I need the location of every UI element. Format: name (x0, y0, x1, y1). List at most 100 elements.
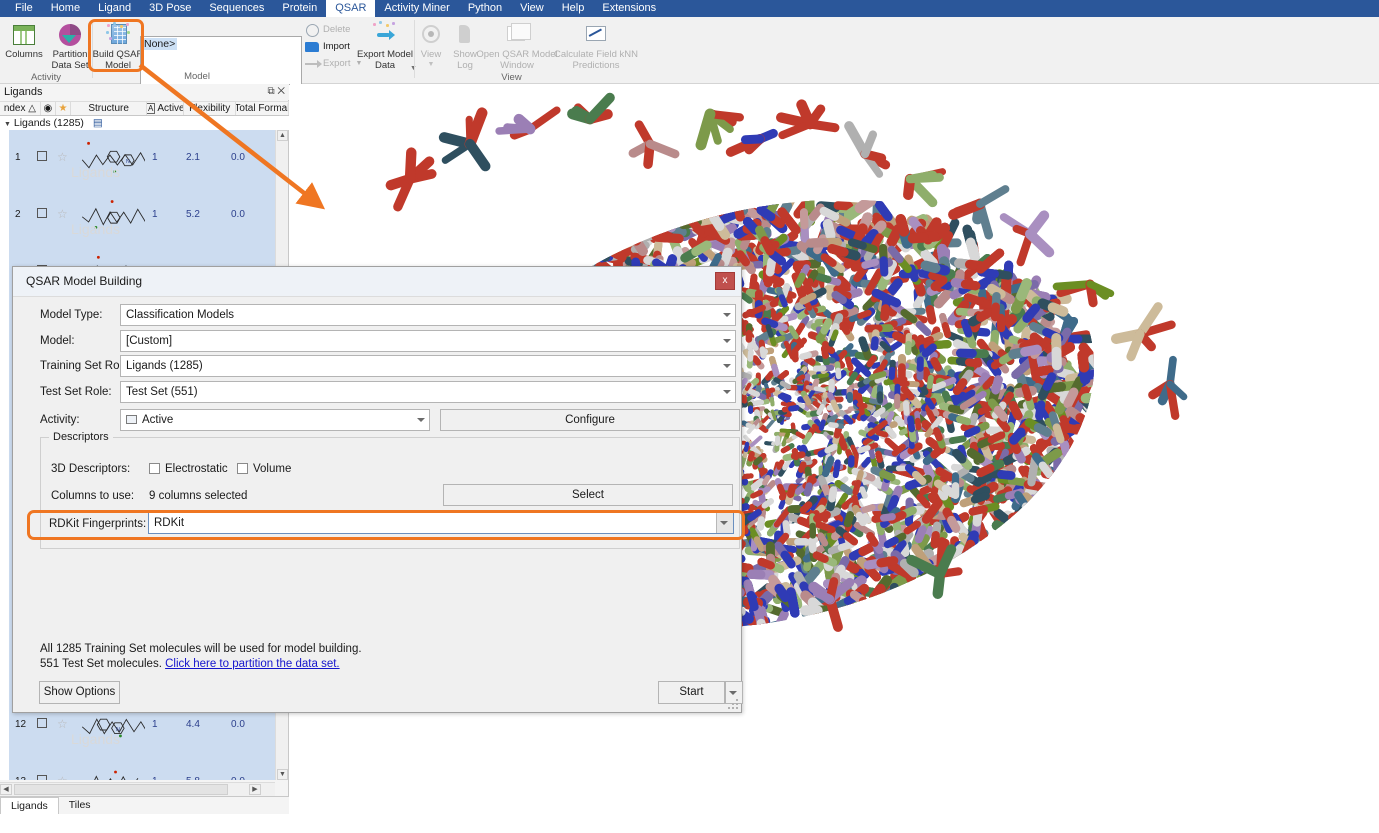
menu-item-python[interactable]: Python (459, 0, 511, 17)
columns-button[interactable]: Columns (0, 20, 48, 72)
model-chevron-down-icon[interactable] (723, 339, 731, 343)
start-button[interactable]: Start (658, 681, 725, 704)
bottom-tab-tiles[interactable]: Tiles (59, 797, 101, 814)
panel-float-icon[interactable]: ⧉ (267, 86, 274, 97)
menu-item-extensions[interactable]: Extensions (593, 0, 665, 17)
export-model-data-button[interactable]: Export ModelData (358, 20, 412, 72)
activity-combo[interactable]: Active (120, 409, 430, 431)
model-value: [Custom] (126, 335, 172, 347)
scroll-down-arrow-icon[interactable]: ▼ (277, 769, 288, 780)
row-index: 12 (15, 719, 26, 730)
view-icon (418, 22, 444, 48)
partition-data-set-button[interactable]: PartitionData Set (46, 20, 94, 72)
table-row[interactable]: 2☆Ligands15.20.0 (9, 187, 275, 244)
electrostatic-checkbox[interactable]: Electrostatic (149, 458, 228, 480)
ligands-column-header-4[interactable]: AActivе (147, 102, 184, 115)
row-watermark: Ligands (71, 221, 120, 237)
ligands-column-header-1[interactable]: ◉ (41, 102, 56, 115)
show-options-button[interactable]: Show Options (39, 681, 120, 704)
menu-item-home[interactable]: Home (42, 0, 89, 17)
show-log-label-2: Log (457, 60, 473, 71)
ribbon-group-activity: Columns PartitionData Set Activity (0, 17, 92, 84)
ligands-column-header-2[interactable]: ★ (56, 102, 71, 115)
row-active-value: 1 (152, 719, 158, 730)
ligands-horizontal-scrollbar[interactable]: ◀ ▶ (0, 782, 275, 796)
volume-checkbox[interactable]: Volume (237, 458, 291, 480)
import-button[interactable]: Import (305, 39, 363, 55)
qsar-model-building-dialog: QSAR Model Building x Model Type: Classi… (12, 266, 742, 713)
view-chevron-down-icon: ▼ (428, 61, 435, 68)
ligands-column-header-5[interactable]: Flexibility (184, 102, 235, 115)
menu-item-protein[interactable]: Protein (273, 0, 326, 17)
ribbon-group-view: View ▼ ShowLog Open QSAR ModelWindow Cal… (414, 17, 609, 84)
panel-close-icon[interactable]: ✕ (277, 86, 285, 97)
training-set-role-chevron-down-icon[interactable] (723, 364, 731, 368)
row-star-icon[interactable]: ☆ (57, 150, 68, 164)
model-type-label: Model Type: (40, 304, 102, 326)
log-icon (452, 22, 478, 48)
row-checkbox[interactable] (37, 775, 47, 780)
dialog-close-button[interactable]: x (715, 272, 735, 290)
menu-item-view[interactable]: View (511, 0, 553, 17)
sparkle-dots-icon (105, 22, 131, 48)
menu-item-ligand[interactable]: Ligand (89, 0, 140, 17)
row-star-icon[interactable]: ☆ (57, 717, 68, 731)
training-set-role-value: Ligands (1285) (126, 360, 203, 372)
row-checkbox[interactable] (37, 718, 47, 728)
dialog-title-bar: QSAR Model Building x (13, 267, 741, 297)
partition-data-set-link[interactable]: Click here to partition the data set. (165, 658, 340, 670)
start-chevron-down-icon[interactable] (729, 691, 737, 695)
select-columns-button[interactable]: Select (443, 484, 733, 506)
ligands-column-header-6[interactable]: Total Formal (236, 102, 289, 115)
row-checkbox[interactable] (37, 208, 47, 218)
ligands-column-header-3[interactable]: Structure (71, 102, 147, 115)
calculate-field-knn-button: Calculate Field kNNPredictions (552, 20, 640, 72)
model-type-combo[interactable]: Classification Models (120, 304, 736, 326)
ligands-column-header-0[interactable]: ndex △ (0, 102, 41, 115)
test-note-prefix: 551 Test Set molecules. (40, 658, 165, 670)
menu-item-file[interactable]: File (6, 0, 42, 17)
activity-chevron-down-icon[interactable] (417, 418, 425, 422)
menu-item-3d-pose[interactable]: 3D Pose (140, 0, 200, 17)
test-set-role-chevron-down-icon[interactable] (723, 390, 731, 394)
calc-knn-label-1: Calculate Field kNN (554, 49, 638, 60)
electrostatic-checkbox-icon[interactable] (149, 463, 160, 474)
training-set-role-combo[interactable]: Ligands (1285) (120, 355, 736, 377)
row-total-formal-value: 0.0 (231, 776, 245, 780)
export-model-label-2: Data (375, 60, 395, 71)
h-scroll-thumb[interactable] (14, 784, 228, 795)
descriptors-caption: Descriptors (49, 431, 113, 443)
rdkit-fingerprints-combo[interactable]: RDKit (148, 512, 734, 534)
activity-swatch-icon (126, 415, 137, 424)
menu-item-activity-miner[interactable]: Activity Miner (375, 0, 458, 17)
row-structure-image: N (73, 757, 145, 780)
row-checkbox[interactable] (37, 151, 47, 161)
model-type-chevron-down-icon[interactable] (723, 313, 731, 317)
menu-item-sequences[interactable]: Sequences (200, 0, 273, 17)
scroll-up-arrow-icon[interactable]: ▲ (277, 130, 288, 141)
training-set-role-label: Training Set Role: (40, 355, 132, 377)
group-note-icon[interactable]: ▤ (93, 117, 103, 129)
row-star-icon[interactable]: ☆ (57, 774, 68, 780)
test-set-role-label: Test Set Role: (40, 381, 112, 403)
model-list-selected-item[interactable]: None> (142, 38, 177, 50)
bottom-tab-ligands[interactable]: Ligands (0, 797, 59, 814)
row-star-icon[interactable]: ☆ (57, 207, 68, 221)
scroll-right-arrow-icon[interactable]: ▶ (249, 784, 261, 795)
menu-item-qsar[interactable]: QSAR (326, 0, 375, 17)
dialog-resize-grip[interactable] (728, 699, 738, 709)
menu-item-help[interactable]: Help (553, 0, 594, 17)
scroll-left-arrow-icon[interactable]: ◀ (0, 784, 12, 795)
configure-button[interactable]: Configure (440, 409, 740, 431)
build-qsar-model-button[interactable]: Build QSARModel (92, 20, 144, 72)
volume-checkbox-icon[interactable] (237, 463, 248, 474)
table-row[interactable]: 1☆NLigands12.10.0 (9, 130, 275, 187)
table-row[interactable]: 13☆NLigands15.80.0 (9, 754, 275, 780)
test-set-role-combo[interactable]: Test Set (551) (120, 381, 736, 403)
group-expand-icon[interactable]: ▼ (4, 121, 11, 128)
row-flexibility-value: 4.4 (186, 719, 200, 730)
rdkit-fingerprints-dropdown-button[interactable] (716, 513, 733, 533)
model-combo[interactable]: [Custom] (120, 330, 736, 352)
activity-label: Activity: (40, 409, 80, 431)
pie-chart-icon (57, 22, 83, 48)
